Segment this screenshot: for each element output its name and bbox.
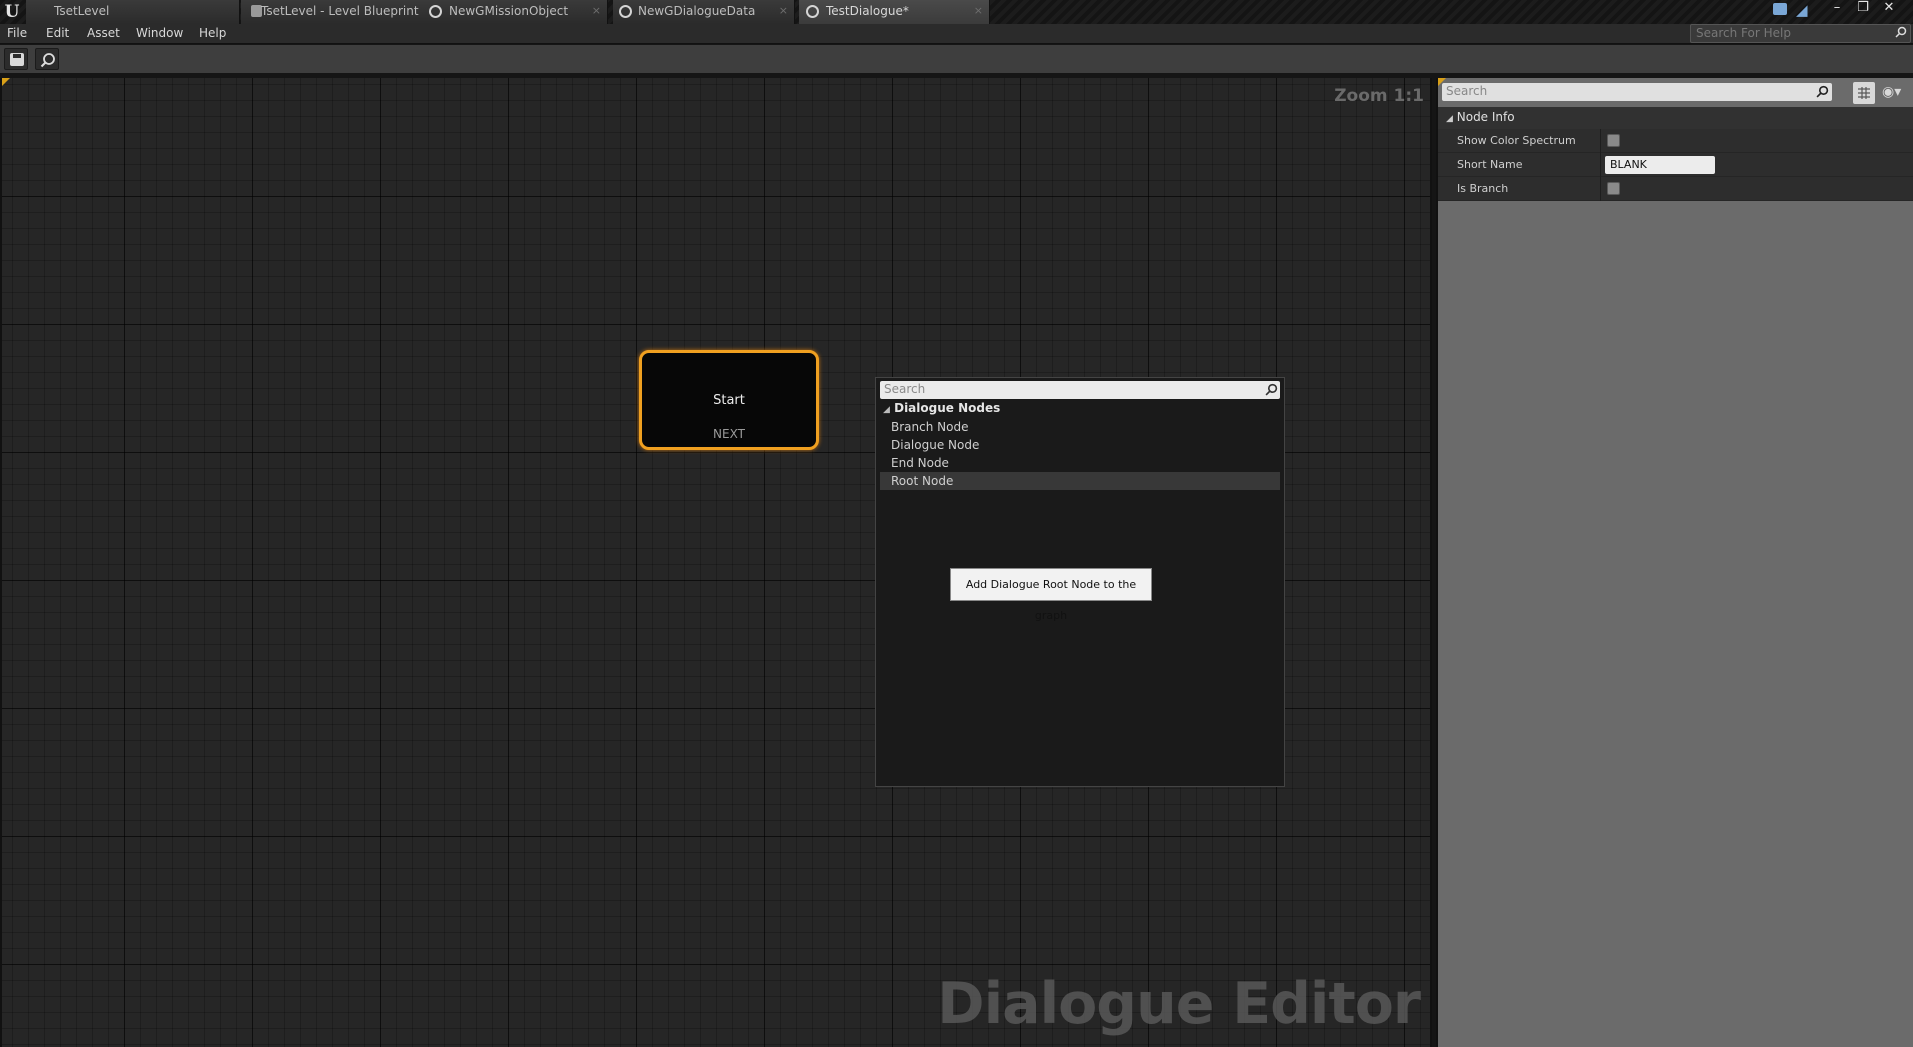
zoom-label: Zoom 1:1 bbox=[1334, 86, 1424, 106]
tab-label: NewGMissionObject bbox=[449, 4, 569, 18]
eye-icon[interactable]: ◉▾ bbox=[1882, 84, 1901, 100]
menu-item-dialogue-node[interactable]: Dialogue Node bbox=[880, 436, 1280, 454]
tab-label: TsetLevel bbox=[54, 4, 110, 18]
tab-newgdialoguedata[interactable]: NewGDialogueData × bbox=[613, 0, 795, 24]
graph-watermark: Dialogue Editor bbox=[937, 971, 1421, 1037]
focus-corner-icon bbox=[2, 78, 10, 86]
section-label: Node Info bbox=[1456, 110, 1515, 124]
help-search-placeholder: Search For Help bbox=[1696, 26, 1791, 40]
save-button[interactable] bbox=[4, 48, 28, 70]
start-node-title: Start bbox=[713, 393, 745, 408]
show-color-spectrum-checkbox[interactable] bbox=[1607, 134, 1620, 147]
close-icon[interactable]: × bbox=[592, 0, 601, 22]
unreal-logo-icon[interactable]: U bbox=[2, 2, 22, 22]
menu-item-end-node[interactable]: End Node bbox=[880, 454, 1280, 472]
chat-icon[interactable] bbox=[1773, 3, 1787, 15]
grid-icon bbox=[1858, 87, 1870, 99]
circle-icon bbox=[806, 5, 819, 18]
tab-label: TestDialogue* bbox=[826, 4, 909, 18]
restore-button[interactable]: ❐ bbox=[1850, 0, 1876, 20]
circle-icon bbox=[619, 5, 632, 18]
tab-newgmissionobject[interactable]: NewGMissionObject × bbox=[425, 0, 608, 24]
property-label: Show Color Spectrum bbox=[1457, 134, 1576, 147]
tab-testdialogue[interactable]: TestDialogue* × bbox=[799, 0, 990, 24]
circle-icon bbox=[429, 5, 442, 18]
menu-asset[interactable]: Asset bbox=[87, 26, 120, 40]
menu-bar: File Edit Asset Window Help Search For H… bbox=[0, 24, 1913, 44]
category-dialogue-nodes[interactable]: ◢ Dialogue Nodes bbox=[883, 401, 1000, 415]
dialogue-editor-window: U TsetLevel TsetLevel - Level Blueprint … bbox=[0, 0, 1913, 1047]
browse-icon bbox=[40, 53, 55, 68]
tab-level-blueprint[interactable]: TsetLevel - Level Blueprint bbox=[241, 0, 429, 24]
search-icon bbox=[1265, 383, 1278, 396]
section-node-info[interactable]: ◢ Node Info bbox=[1438, 107, 1913, 129]
browse-button[interactable] bbox=[35, 48, 59, 70]
is-branch-checkbox[interactable] bbox=[1607, 182, 1620, 195]
search-icon bbox=[1816, 85, 1829, 98]
triangle-down-icon: ◢ bbox=[1446, 114, 1453, 124]
close-icon[interactable]: × bbox=[974, 0, 983, 22]
tab-strip: U TsetLevel TsetLevel - Level Blueprint … bbox=[0, 0, 1913, 24]
context-search-input[interactable]: Search bbox=[880, 381, 1280, 399]
menu-window[interactable]: Window bbox=[136, 26, 183, 40]
tab-label: NewGDialogueData bbox=[638, 4, 756, 18]
column-divider[interactable] bbox=[1600, 177, 1601, 201]
tab-tsetlevel[interactable]: TsetLevel bbox=[26, 0, 240, 24]
menu-edit[interactable]: Edit bbox=[46, 26, 69, 40]
menu-help[interactable]: Help bbox=[199, 26, 226, 40]
property-row-show-color-spectrum: Show Color Spectrum bbox=[1438, 129, 1913, 153]
property-label: Is Branch bbox=[1457, 182, 1509, 195]
triangle-down-icon: ◢ bbox=[883, 405, 890, 415]
save-icon bbox=[10, 53, 24, 66]
menu-file[interactable]: File bbox=[7, 26, 27, 40]
toolbar bbox=[0, 45, 1913, 75]
details-search-placeholder: Search bbox=[1446, 84, 1488, 98]
context-search-placeholder: Search bbox=[884, 382, 926, 396]
close-icon[interactable]: × bbox=[779, 0, 788, 22]
property-row-short-name: Short Name BLANK bbox=[1438, 153, 1913, 177]
close-window-button[interactable]: ✕ bbox=[1876, 0, 1902, 20]
start-node[interactable]: Start NEXT bbox=[639, 350, 819, 450]
details-panel: Search ◉▾ ◢ Node Info Show Color Spectru… bbox=[1436, 78, 1913, 1047]
property-matrix-button[interactable] bbox=[1853, 82, 1875, 104]
column-divider[interactable] bbox=[1600, 153, 1601, 177]
tooltip: Add Dialogue Root Node to the graph bbox=[950, 568, 1152, 622]
next-pin[interactable]: NEXT bbox=[642, 427, 816, 441]
short-name-field[interactable]: BLANK bbox=[1605, 156, 1715, 174]
tab-label: TsetLevel - Level Blueprint bbox=[261, 4, 419, 18]
learn-icon[interactable]: ◢ bbox=[1796, 2, 1814, 18]
category-label: Dialogue Nodes bbox=[894, 401, 1001, 415]
menu-item-root-node[interactable]: Root Node bbox=[880, 472, 1280, 490]
details-search-input[interactable]: Search bbox=[1442, 83, 1832, 101]
minimize-button[interactable]: – bbox=[1824, 0, 1850, 20]
search-icon bbox=[1895, 26, 1907, 38]
help-search-input[interactable]: Search For Help bbox=[1690, 24, 1911, 43]
property-row-is-branch: Is Branch bbox=[1438, 177, 1913, 201]
property-label: Short Name bbox=[1457, 158, 1523, 171]
menu-item-branch-node[interactable]: Branch Node bbox=[880, 418, 1280, 436]
column-divider[interactable] bbox=[1600, 129, 1601, 153]
